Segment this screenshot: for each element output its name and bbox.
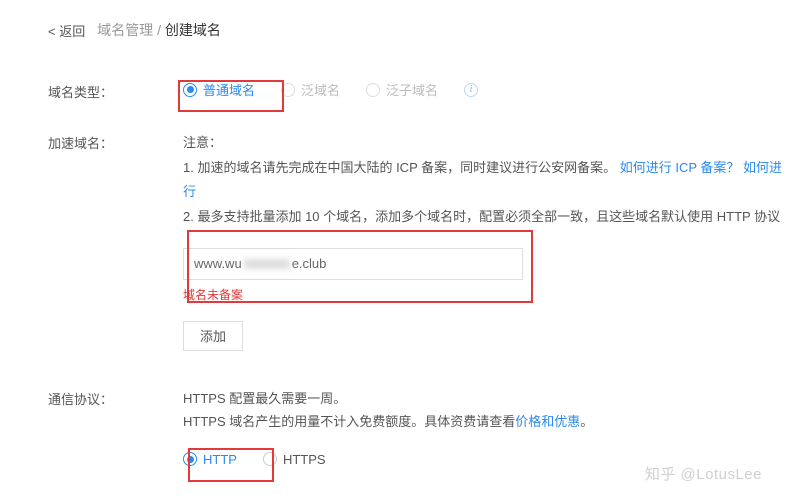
protocol-note-line2: HTTPS 域名产生的用量不计入免费额度。具体资费请查看价格和优惠。 — [183, 410, 786, 433]
notice-line2: 2. 最多支持批量添加 10 个域名，添加多个域名时，配置必须全部一致，且这些域… — [183, 205, 786, 230]
breadcrumb: 域名管理 / 创建域名 — [97, 20, 221, 40]
radio-wildcard-domain[interactable]: 泛域名 — [281, 80, 340, 99]
add-button[interactable]: 添加 — [183, 321, 243, 351]
radio-dot-icon — [263, 452, 277, 466]
domain-input-suffix: e.club — [292, 256, 327, 271]
domain-input[interactable]: www.wu e.club — [183, 248, 523, 280]
back-link[interactable]: < 返回 — [48, 21, 85, 40]
radio-https[interactable]: HTTPS — [263, 452, 326, 467]
pricing-link[interactable]: 价格和优惠 — [515, 414, 580, 429]
breadcrumb-current: 创建域名 — [165, 22, 221, 38]
domain-error: 域名未备案 — [183, 286, 786, 303]
radio-label-sub-wildcard: 泛子域名 — [386, 80, 438, 99]
radio-dot-icon — [281, 83, 295, 97]
notice-block: 注意： 1. 加速的域名请先完成在中国大陆的 ICP 备案，同时建议进行公安网备… — [183, 131, 786, 230]
radio-label-wildcard: 泛域名 — [301, 80, 340, 99]
row-protocol: 通信协议： HTTPS 配置最久需要一周。 HTTPS 域名产生的用量不计入免费… — [48, 387, 786, 467]
accel-domain-label: 加速域名： — [48, 131, 183, 152]
radio-dot-icon — [183, 452, 197, 466]
radio-label-http: HTTP — [203, 452, 237, 467]
domain-input-prefix: www.wu — [194, 256, 242, 271]
notice-line1-text: 1. 加速的域名请先完成在中国大陆的 ICP 备案，同时建议进行公安网备案。 — [183, 160, 616, 175]
watermark: 知乎 @LotusLee — [645, 463, 762, 484]
radio-dot-icon — [183, 83, 197, 97]
radio-normal-domain[interactable]: 普通域名 — [183, 80, 255, 99]
notice-line1: 1. 加速的域名请先完成在中国大陆的 ICP 备案，同时建议进行公安网备案。 如… — [183, 156, 786, 205]
radio-dot-icon — [366, 83, 380, 97]
breadcrumb-sep: / — [153, 22, 165, 38]
breadcrumb-header: < 返回 域名管理 / 创建域名 — [48, 20, 786, 40]
row-domain-type: 域名类型： 普通域名 泛域名 泛子域名 i — [48, 80, 786, 101]
protocol-note-text: HTTPS 域名产生的用量不计入免费额度。具体资费请查看 — [183, 414, 515, 429]
domain-type-label: 域名类型： — [48, 80, 183, 101]
protocol-note: HTTPS 配置最久需要一周。 HTTPS 域名产生的用量不计入免费额度。具体资… — [183, 387, 786, 434]
radio-http[interactable]: HTTP — [183, 452, 237, 467]
info-icon[interactable]: i — [464, 83, 478, 97]
protocol-note-end: 。 — [580, 414, 593, 429]
domain-type-radio-group: 普通域名 泛域名 泛子域名 i — [183, 80, 786, 99]
icp-link[interactable]: 如何进行 ICP 备案？ — [620, 160, 740, 175]
protocol-label: 通信协议： — [48, 387, 183, 408]
breadcrumb-parent[interactable]: 域名管理 — [97, 22, 153, 38]
radio-sub-wildcard-domain[interactable]: 泛子域名 — [366, 80, 438, 99]
protocol-note-line1: HTTPS 配置最久需要一周。 — [183, 387, 786, 410]
redacted-icon — [244, 259, 290, 269]
notice-title: 注意： — [183, 131, 786, 156]
radio-label-https: HTTPS — [283, 452, 326, 467]
radio-label-normal: 普通域名 — [203, 80, 255, 99]
row-accel-domain: 加速域名： 注意： 1. 加速的域名请先完成在中国大陆的 ICP 备案，同时建议… — [48, 131, 786, 351]
